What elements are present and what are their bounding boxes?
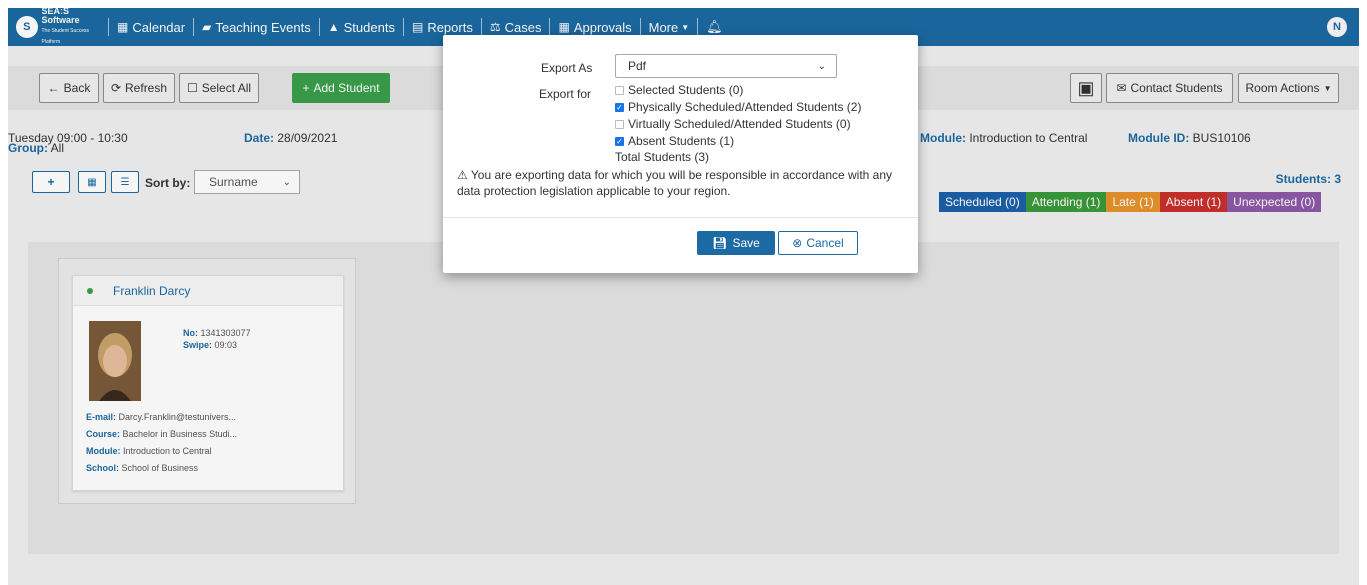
export-for-label: Export for	[539, 87, 592, 101]
cancel-circle-icon: ⊗	[792, 236, 803, 250]
option-virtual-students[interactable]: Virtually Scheduled/Attended Students (0…	[615, 117, 851, 131]
option-physical-students[interactable]: ✓ Physically Scheduled/Attended Students …	[615, 100, 861, 114]
export-format-select[interactable]: Pdf ⌄	[615, 54, 837, 78]
checkbox-checked-icon[interactable]: ✓	[615, 102, 624, 112]
modal-divider	[443, 217, 918, 218]
option-absent-students[interactable]: ✓ Absent Students (1)	[615, 134, 734, 148]
export-warning: ⚠ You are exporting data for which you w…	[457, 168, 893, 198]
checkbox-icon[interactable]	[615, 85, 624, 95]
export-as-label: Export As	[541, 61, 593, 75]
export-modal: Export As Pdf ⌄ Export for Selected Stude…	[443, 35, 918, 273]
option-selected-students[interactable]: Selected Students (0)	[615, 83, 743, 97]
cancel-button[interactable]: ⊗ Cancel	[778, 231, 858, 255]
floppy-disk-icon: 💾︎	[712, 236, 728, 250]
save-button[interactable]: 💾︎ Save	[697, 231, 775, 255]
warning-icon: ⚠	[457, 168, 468, 182]
total-students: Total Students (3)	[615, 150, 710, 164]
checkbox-icon[interactable]	[615, 119, 624, 129]
chevron-down-icon: ⌄	[817, 60, 826, 72]
checkbox-checked-icon[interactable]: ✓	[615, 136, 624, 146]
